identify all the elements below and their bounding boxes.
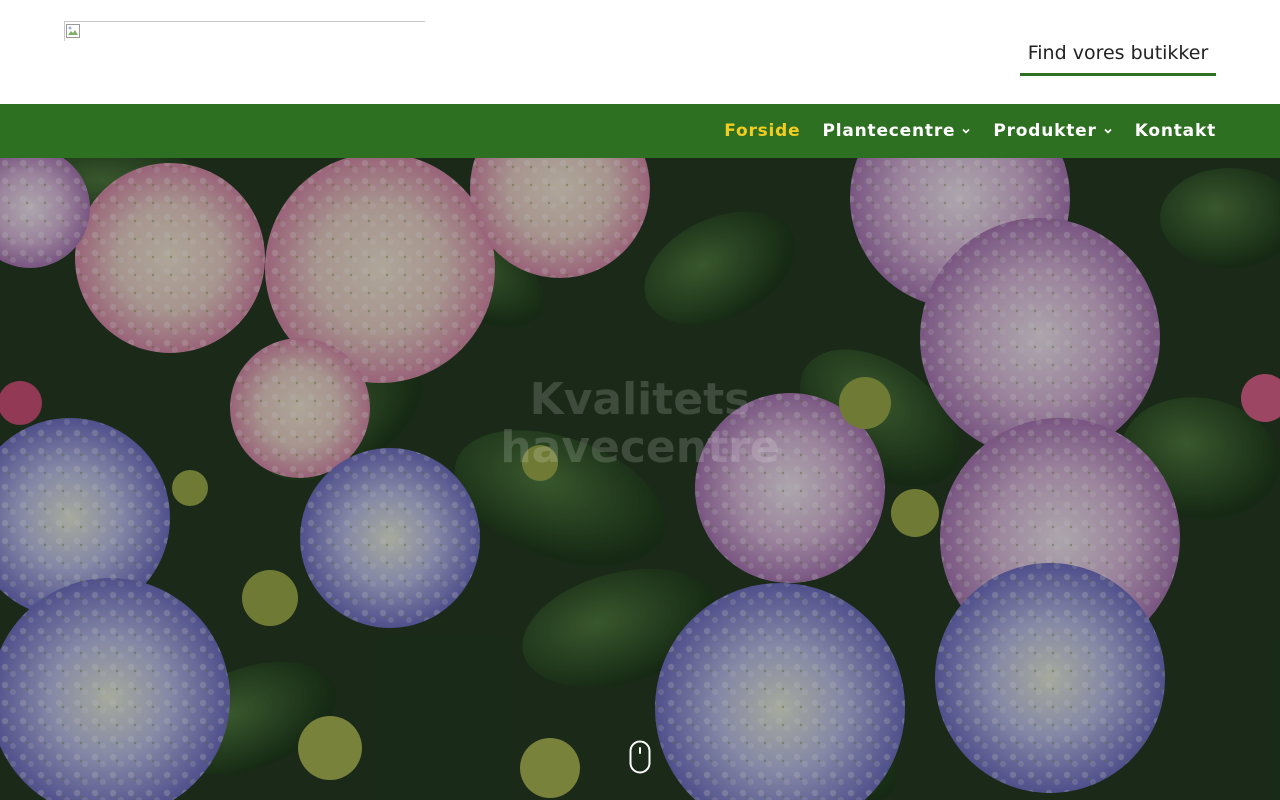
hero-overlay <box>0 158 1280 800</box>
nav-item-forside[interactable]: Forside <box>724 121 800 141</box>
nav-item-label: Forside <box>724 121 801 141</box>
nav-item-kontakt[interactable]: Kontakt <box>1135 121 1216 141</box>
broken-image-icon <box>66 24 80 38</box>
hero-section: Kvalitets havecentre <box>0 158 1280 800</box>
top-header: Find vores butikker <box>0 0 1280 104</box>
nav-item-label: Produkter <box>993 121 1097 141</box>
mouse-scroll-icon[interactable] <box>629 740 651 774</box>
hero-title: Kvalitets havecentre <box>500 374 780 473</box>
nav-item-plantecentre[interactable]: Plantecentre <box>822 121 971 141</box>
chevron-down-icon <box>962 128 970 134</box>
nav-item-produkter[interactable]: Produkter <box>993 121 1112 141</box>
site-logo[interactable] <box>64 21 425 41</box>
nav-item-label: Kontakt <box>1134 121 1216 141</box>
find-stores-button[interactable]: Find vores butikker <box>1020 36 1216 76</box>
main-navigation: Forside Plantecentre Produkter Kontakt <box>0 104 1280 158</box>
chevron-down-icon <box>1104 128 1112 134</box>
nav-item-label: Plantecentre <box>822 121 956 141</box>
